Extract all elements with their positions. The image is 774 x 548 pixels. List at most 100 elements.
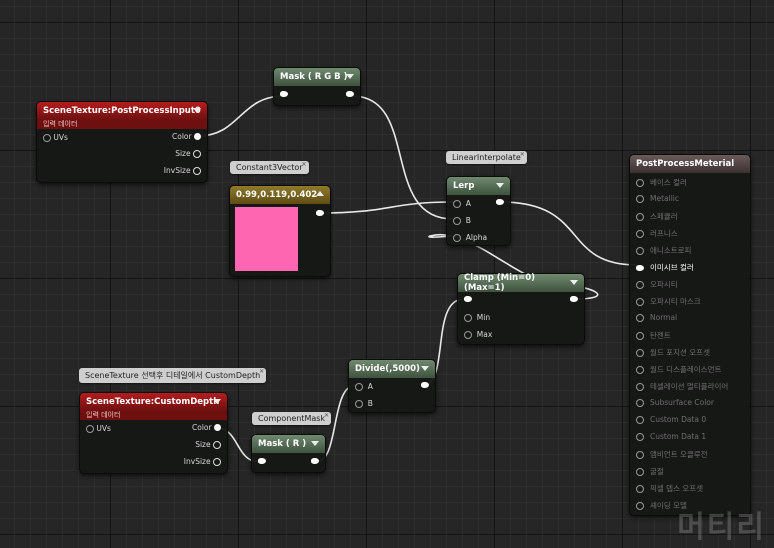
input-pin-icon[interactable] [258, 458, 266, 464]
material-input-pin[interactable]: 테셀레이션 멀티플라이어 [636, 381, 728, 392]
chevron-down-icon[interactable] [570, 280, 578, 285]
pin-invsize[interactable]: InvSize [184, 457, 221, 466]
output-pin-icon[interactable] [193, 149, 201, 158]
pin-uvs[interactable]: UVs [43, 133, 68, 142]
pin-output[interactable] [311, 458, 319, 464]
pin-output[interactable] [421, 382, 429, 388]
pin-color[interactable]: Color [192, 423, 221, 432]
pin-output[interactable] [496, 199, 504, 205]
pin-b[interactable]: B [355, 399, 373, 408]
input-pin-icon[interactable] [636, 415, 644, 424]
chevron-down-icon[interactable] [346, 74, 354, 79]
material-input-pin[interactable]: 월드 포지션 오프셋 [636, 347, 710, 358]
input-pin-icon[interactable] [636, 297, 644, 306]
input-pin-icon[interactable] [636, 398, 644, 407]
pin-a[interactable]: A [453, 199, 471, 208]
output-pin-icon[interactable] [316, 210, 324, 216]
input-pin-icon[interactable] [636, 432, 644, 441]
output-pin-icon[interactable] [213, 440, 221, 449]
chevron-down-icon[interactable] [193, 108, 201, 113]
material-input-pin[interactable]: 러프니스 [636, 228, 678, 239]
pin-input[interactable] [464, 296, 472, 302]
pin-max[interactable]: Max [464, 330, 492, 339]
chevron-down-icon[interactable] [311, 441, 319, 446]
material-input-pin[interactable]: 탄젠트 [636, 330, 671, 341]
input-pin-icon[interactable] [636, 194, 644, 203]
pin-uvs[interactable]: UVs [86, 424, 111, 433]
scene-texture-node-1[interactable]: SceneTexture:PostProcessInput0 입력 데이터 UV… [36, 101, 208, 183]
input-pin-icon[interactable] [636, 331, 644, 340]
pin-output[interactable] [346, 91, 354, 97]
material-input-pin[interactable]: Normal [636, 313, 677, 322]
input-pin-icon[interactable] [636, 501, 644, 510]
output-pin-icon[interactable] [570, 296, 578, 302]
output-pin-icon[interactable] [194, 133, 201, 140]
input-pin-icon[interactable] [355, 399, 363, 408]
close-icon[interactable]: ✕ [302, 161, 307, 168]
input-pin-icon[interactable] [636, 365, 644, 374]
input-pin-icon[interactable] [636, 246, 644, 255]
material-input-pin[interactable]: Subsurface Color [636, 398, 714, 407]
output-pin-icon[interactable] [213, 457, 221, 466]
pin-a[interactable]: A [355, 382, 373, 391]
material-input-pin[interactable]: 오파시티 마스크 [636, 296, 701, 307]
pin-color[interactable]: Color [172, 132, 201, 141]
input-pin-icon[interactable] [453, 233, 461, 242]
pin-min[interactable]: Min [464, 313, 490, 322]
input-pin-icon[interactable] [636, 382, 644, 391]
chevron-down-icon[interactable] [496, 183, 504, 188]
input-pin-icon[interactable] [453, 199, 461, 208]
pin-output[interactable] [316, 210, 324, 216]
input-pin-icon[interactable] [636, 178, 644, 187]
input-pin-icon[interactable] [636, 484, 644, 493]
material-input-pin[interactable]: 베이스 컬러 [636, 177, 687, 188]
input-pin-icon[interactable] [636, 313, 644, 322]
material-input-pin[interactable]: 굴절 [636, 466, 664, 477]
post-process-material-node[interactable]: PostProcessMeterial 베이스 컬러 Metallic 스페큘러 러프… [629, 154, 751, 516]
output-pin-icon[interactable] [214, 424, 221, 431]
input-pin-icon[interactable] [355, 382, 363, 391]
material-graph-canvas[interactable]: SceneTexture:PostProcessInput0 입력 데이터 UV… [0, 0, 774, 548]
close-icon[interactable]: ✕ [324, 412, 329, 419]
input-pin-icon[interactable] [43, 133, 51, 142]
divide-node[interactable]: Divide(,5000) A B [348, 359, 436, 413]
close-icon[interactable]: ✕ [259, 368, 264, 375]
pin-input[interactable] [258, 458, 266, 464]
material-input-pin[interactable]: Custom Data 1 [636, 432, 706, 441]
pin-output[interactable] [570, 296, 578, 302]
material-input-pin[interactable]: Custom Data 0 [636, 415, 706, 424]
lerp-node[interactable]: Lerp A B Alpha [446, 176, 511, 246]
input-pin-icon[interactable] [464, 296, 472, 302]
material-input-pin[interactable]: 애니소트로피 [636, 245, 691, 256]
input-pin-icon[interactable] [636, 212, 644, 221]
material-input-pin[interactable]: 이미시브 컬러 [636, 262, 694, 273]
output-pin-icon[interactable] [346, 91, 354, 97]
input-pin-icon[interactable] [86, 424, 94, 433]
input-pin-icon[interactable] [636, 264, 644, 271]
material-input-pin[interactable]: 월드 디스플레이스먼트 [636, 364, 721, 375]
input-pin-icon[interactable] [464, 313, 472, 322]
input-pin-icon[interactable] [453, 216, 461, 225]
input-pin-icon[interactable] [636, 229, 644, 238]
output-pin-icon[interactable] [311, 458, 319, 464]
pin-size[interactable]: Size [175, 149, 201, 158]
input-pin-icon[interactable] [464, 330, 472, 339]
mask-rgb-node[interactable]: Mask ( R G B ) [273, 67, 361, 106]
mask-r-node[interactable]: Mask ( R ) [251, 434, 326, 473]
input-pin-icon[interactable] [636, 467, 644, 476]
material-input-pin[interactable]: 스페큘러 [636, 211, 678, 222]
output-pin-icon[interactable] [193, 166, 201, 175]
material-input-pin[interactable]: 픽셀 뎁스 오프셋 [636, 483, 703, 494]
material-input-pin[interactable]: 오파시티 [636, 279, 678, 290]
material-input-pin[interactable]: 앰비언트 오클루전 [636, 449, 708, 460]
clamp-node[interactable]: Clamp (Min=0) (Max=1) Min Max [457, 273, 585, 345]
material-input-pin[interactable]: Metallic [636, 194, 679, 203]
pin-input[interactable] [280, 91, 288, 97]
pin-b[interactable]: B [453, 216, 471, 225]
chevron-up-icon[interactable] [316, 191, 324, 196]
pin-alpha[interactable]: Alpha [453, 233, 487, 242]
close-icon[interactable]: ✕ [520, 151, 525, 158]
input-pin-icon[interactable] [636, 348, 644, 357]
chevron-down-icon[interactable] [421, 366, 429, 371]
output-pin-icon[interactable] [496, 199, 504, 205]
